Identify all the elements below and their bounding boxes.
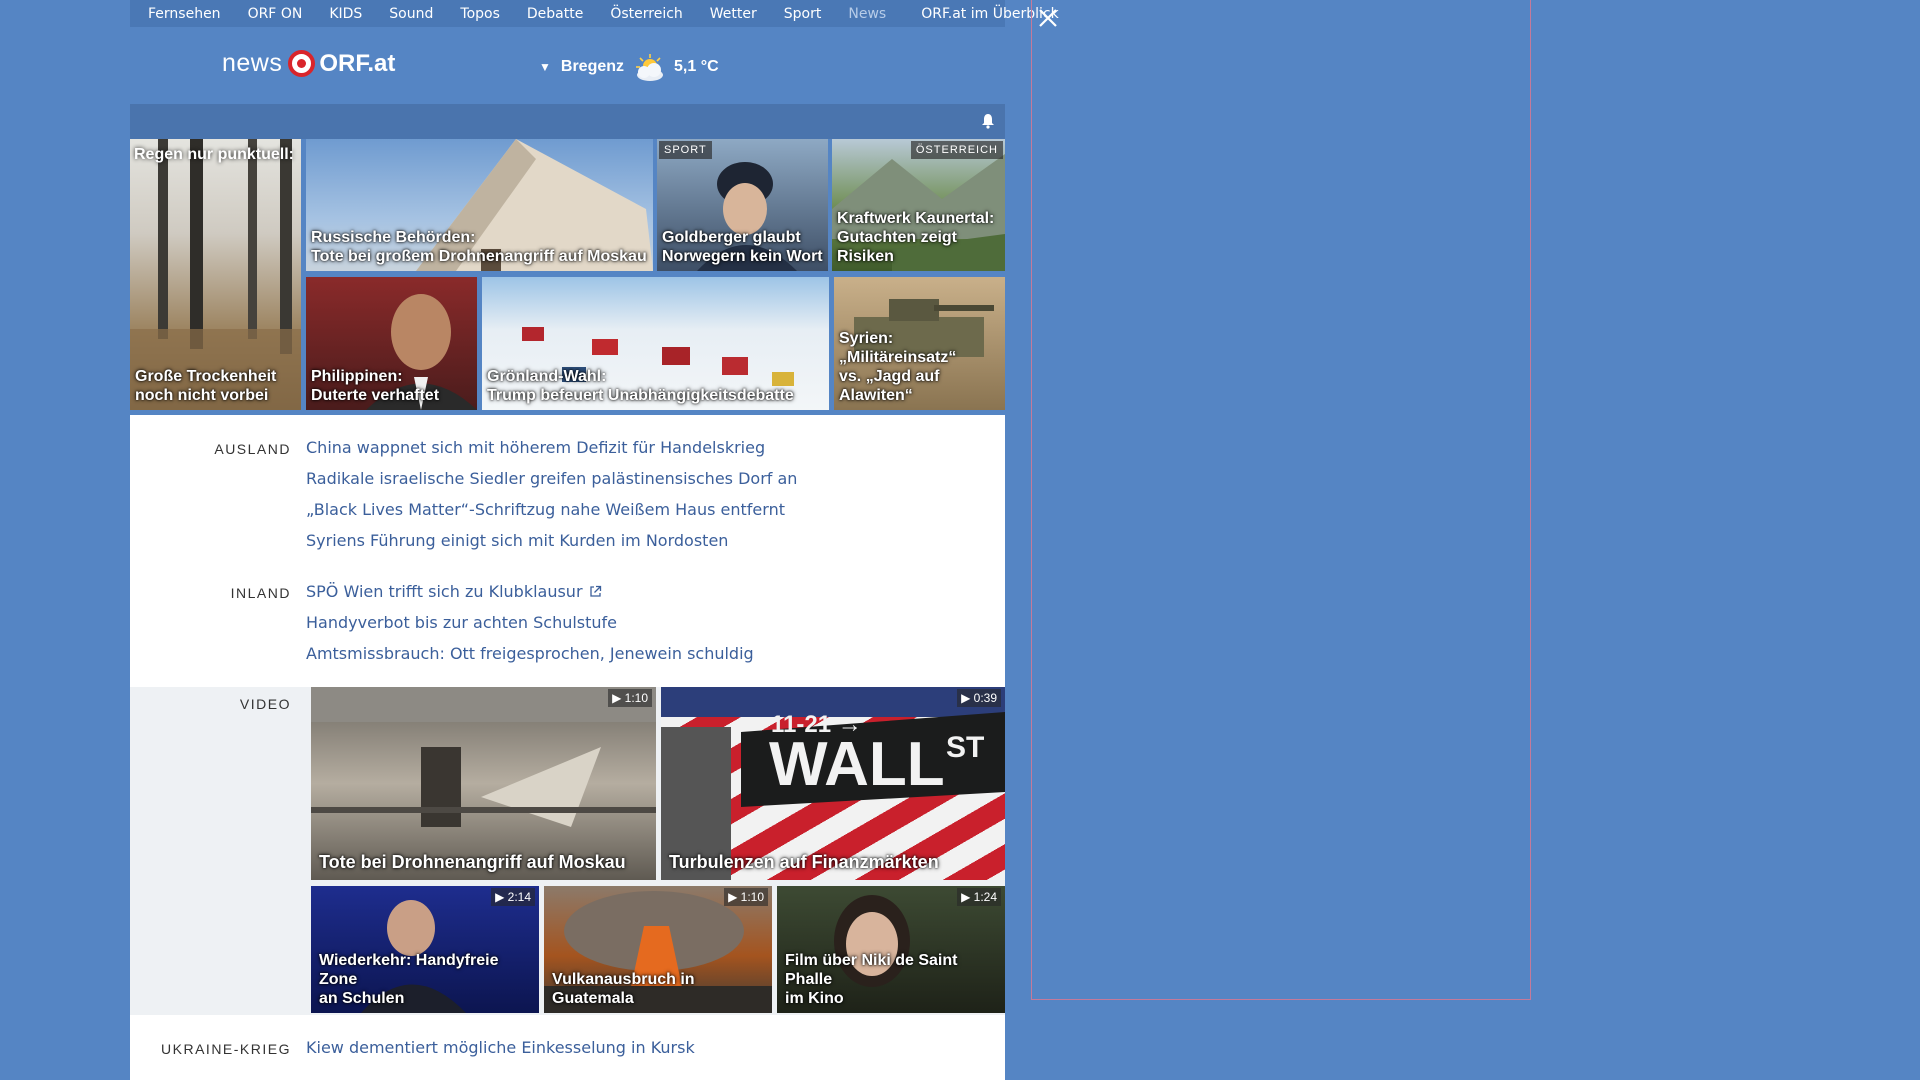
story-tile-groenland[interactable]: Grönland-Wahl: Trump befeuert Unabhängigk…: [482, 277, 829, 410]
ad-placeholder-frame: [1031, 0, 1531, 1000]
street-name-text: WALL: [769, 730, 945, 799]
headline-link[interactable]: Handyverbot bis zur achten Schulstufe: [306, 607, 754, 638]
story-tile-trockenheit[interactable]: Regen nur punktuell: Große Trockenheit no…: [130, 139, 301, 410]
video-title: Vulkanausbruch in Guatemala: [552, 971, 695, 1007]
tile-caption: Kraftwerk Kaunertal: Gutachten zeigt Risi…: [837, 210, 995, 265]
logo-orf-text: ORF.at: [319, 49, 396, 77]
video-tile-moskau[interactable]: ▶ 1:10 Tote bei Drohnenangriff auf Moska…: [311, 687, 656, 880]
tile-caption: Grönland-Wahl: Trump befeuert Unabhängigk…: [487, 368, 794, 404]
video-duration: ▶ 1:10: [608, 689, 652, 707]
tile-caption: Syrien: „Militäreinsatz“ vs. „Jagd auf Al…: [839, 330, 957, 404]
notification-bar: [130, 104, 1005, 139]
headline-link[interactable]: Radikale israelische Siedler greifen pal…: [306, 463, 797, 494]
ukraine-links: Kiew dementiert mögliche Einkesselung in…: [306, 1032, 695, 1063]
headline-link[interactable]: „Black Lives Matter“-Schriftzug nahe Wei…: [306, 494, 797, 525]
story-tile-duterte[interactable]: Philippinen: Duterte verhaftet: [306, 277, 477, 410]
section-label-ukraine: UKRAINE-KRIEG: [161, 1041, 291, 1057]
nav-item-kids[interactable]: KIDS: [329, 6, 362, 22]
headline-link[interactable]: Syriens Führung einigt sich mit Kurden i…: [306, 525, 797, 556]
tile-caption: Russische Behörden: Tote bei großem Drohn…: [311, 229, 647, 265]
story-tile-goldberger[interactable]: SPORT Goldberger glaubt Norwegern kein Wo…: [657, 139, 828, 271]
story-tile-kaunertal[interactable]: ÖSTERREICH Kraftwerk Kaunertal: Gutachten…: [832, 139, 1005, 271]
category-badge: SPORT: [659, 141, 712, 159]
orf-eye-icon: [288, 50, 316, 77]
video-duration: ▶ 1:24: [957, 888, 1001, 906]
video-tile-niki[interactable]: ▶ 1:24 Film über Niki de Saint Phalle im …: [777, 886, 1005, 1013]
story-tile-moskau[interactable]: Russische Behörden: Tote bei großem Drohn…: [306, 139, 653, 271]
story-tile-syrien[interactable]: Syrien: „Militäreinsatz“ vs. „Jagd auf Al…: [834, 277, 1005, 410]
headline-link[interactable]: Kiew dementiert mögliche Einkesselung in…: [306, 1032, 695, 1063]
section-label-inland: INLAND: [230, 585, 291, 601]
video-tile-wiederkehr[interactable]: ▶ 2:14 Wiederkehr: Handyfreie Zone an Sch…: [311, 886, 539, 1013]
headline-link[interactable]: China wappnet sich mit höherem Defizit f…: [306, 432, 797, 463]
video-tile-finanzmaerkte[interactable]: 11-21 → WALL ST ▶ 0:39 Turbulenzen auf F…: [661, 687, 1005, 880]
nav-item-orf-on[interactable]: ORF ON: [248, 6, 303, 22]
video-title: Film über Niki de Saint Phalle im Kino: [785, 952, 958, 1007]
ausland-links: China wappnet sich mit höherem Defizit f…: [306, 432, 797, 556]
video-duration: ▶ 2:14: [491, 888, 535, 906]
top-navigation: Fernsehen ORF ON KIDS Sound Topos Debatt…: [130, 0, 1059, 27]
nav-item-topos[interactable]: Topos: [460, 6, 499, 22]
video-title: Wiederkehr: Handyfreie Zone an Schulen: [319, 952, 499, 1007]
video-title: Tote bei Drohnenangriff auf Moskau: [319, 852, 626, 872]
nav-item-debatte[interactable]: Debatte: [527, 6, 583, 22]
tile-caption: Goldberger glaubt Norwegern kein Wort: [662, 229, 823, 265]
tile-top-caption: Regen nur punktuell:: [134, 146, 294, 163]
tile-caption: Große Trockenheit noch nicht vorbei: [135, 368, 277, 404]
video-duration: ▶ 1:10: [724, 888, 768, 906]
street-suffix-text: ST: [946, 731, 984, 764]
weather-widget[interactable]: ▼ Bregenz 5,1 °C: [539, 52, 719, 82]
category-badge: ÖSTERREICH: [910, 141, 1003, 159]
external-link-icon: [589, 585, 601, 597]
section-label-video: VIDEO: [239, 696, 291, 712]
partly-cloudy-icon: [636, 54, 664, 81]
weather-location: Bregenz: [560, 58, 625, 75]
video-duration: ▶ 0:39: [957, 689, 1001, 707]
logo-news-text: news: [222, 49, 283, 77]
bell-icon[interactable]: [981, 113, 995, 129]
site-header: news ORF.at ▼ Bregenz 5,1 °C: [130, 27, 1005, 104]
nav-item-news[interactable]: News: [848, 6, 886, 22]
tile-caption: Philippinen: Duterte verhaftet: [311, 368, 440, 404]
nav-item-sound[interactable]: Sound: [389, 6, 433, 22]
video-tile-vulkan[interactable]: ▶ 1:10 Vulkanausbruch in Guatemala: [544, 886, 772, 1013]
headline-text: SPÖ Wien trifft sich zu Klubklausur: [306, 582, 583, 601]
nav-item-sport[interactable]: Sport: [784, 6, 822, 22]
news-orf-logo[interactable]: news ORF.at: [222, 49, 395, 78]
nav-item-oesterreich[interactable]: Österreich: [610, 6, 682, 22]
dropdown-triangle-icon: ▼: [539, 60, 551, 74]
headline-link[interactable]: Amtsmissbrauch: Ott freigesprochen, Jene…: [306, 638, 754, 669]
section-label-ausland: AUSLAND: [214, 441, 291, 457]
weather-temperature: 5,1 °C: [674, 58, 719, 75]
headline-link-external[interactable]: SPÖ Wien trifft sich zu Klubklausur: [306, 576, 754, 607]
nav-item-wetter[interactable]: Wetter: [710, 6, 757, 22]
video-title: Turbulenzen auf Finanzmärkten: [669, 852, 939, 872]
nav-item-fernsehen[interactable]: Fernsehen: [148, 6, 221, 22]
inland-links: SPÖ Wien trifft sich zu Klubklausur Hand…: [306, 576, 754, 669]
